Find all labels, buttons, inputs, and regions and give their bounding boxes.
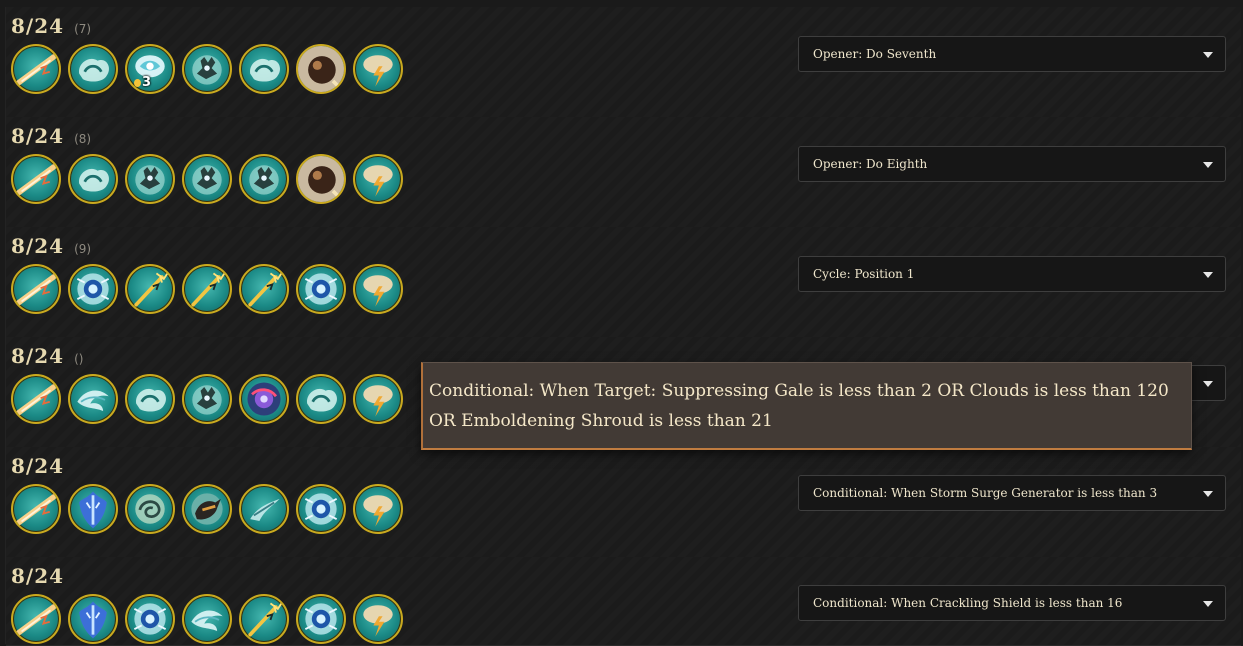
storm-eye-icon[interactable] xyxy=(296,594,346,644)
chevron-down-icon xyxy=(1203,52,1213,58)
golden-trident-icon[interactable] xyxy=(125,264,175,314)
row-date: 8/24 xyxy=(11,564,65,588)
storm-eye-icon[interactable] xyxy=(296,484,346,534)
rotation-list: 8/24 (7) 3 8/24 (8) 8/24 (9) 8/24 () 8/24 8/24 Ope… xyxy=(5,7,1241,646)
row-date: 8/24 xyxy=(11,344,65,368)
storm-eye-icon[interactable] xyxy=(296,264,346,314)
condition-dropdown[interactable]: Conditional: When Storm Surge Generator … xyxy=(798,475,1226,511)
storm-spirit-icon[interactable] xyxy=(239,154,289,204)
row-date: 8/24 xyxy=(11,234,65,258)
wind-wisp-icon[interactable] xyxy=(182,594,232,644)
dropdown-label: Conditional: When Storm Surge Generator … xyxy=(813,486,1158,500)
thunder-cloud-icon[interactable] xyxy=(353,154,403,204)
ability-icons xyxy=(11,374,403,424)
swirling-gust-icon[interactable] xyxy=(125,484,175,534)
row-index: (9) xyxy=(74,242,92,256)
tooltip-text: Conditional: When Target: Suppressing Ga… xyxy=(429,381,1169,431)
cloud-swirl-icon[interactable] xyxy=(296,374,346,424)
row-index: (8) xyxy=(74,132,92,146)
dropdown-label: Opener: Do Seventh xyxy=(813,47,937,61)
row-index: (7) xyxy=(74,22,92,36)
thunder-cloud-icon[interactable] xyxy=(353,264,403,314)
chevron-down-icon xyxy=(1203,162,1213,168)
ability-icons xyxy=(11,264,403,314)
storm-eye-icon[interactable] xyxy=(125,594,175,644)
wind-gust-icon[interactable] xyxy=(239,484,289,534)
row-date: 8/24 xyxy=(11,14,65,38)
storm-eye-icon[interactable] xyxy=(68,264,118,314)
row-title: 8/24 xyxy=(11,454,64,478)
lightning-streak-icon[interactable] xyxy=(11,154,61,204)
golden-trident-icon[interactable] xyxy=(239,264,289,314)
row-title: 8/24 () xyxy=(11,344,83,368)
cloud-swirl-icon[interactable] xyxy=(68,154,118,204)
row-title: 8/24 (7) xyxy=(11,14,91,38)
golden-trident-icon[interactable] xyxy=(182,264,232,314)
condition-dropdown[interactable]: Conditional: When Crackling Shield is le… xyxy=(798,585,1226,621)
row-title: 8/24 xyxy=(11,564,64,588)
dropdown-label: Cycle: Position 1 xyxy=(813,267,915,281)
lightning-streak-icon[interactable] xyxy=(11,594,61,644)
golden-trident-icon[interactable] xyxy=(239,594,289,644)
thunder-cloud-icon[interactable] xyxy=(353,594,403,644)
ability-icons xyxy=(11,154,403,204)
lightning-streak-icon[interactable] xyxy=(11,44,61,94)
row-title: 8/24 (8) xyxy=(11,124,91,148)
chevron-down-icon xyxy=(1203,272,1213,278)
condition-dropdown[interactable]: Opener: Do Seventh xyxy=(798,36,1226,72)
charge-count: 3 xyxy=(134,75,151,90)
ability-icons xyxy=(11,594,403,644)
storm-spirit-icon[interactable] xyxy=(125,154,175,204)
dropdown-label: Opener: Do Eighth xyxy=(813,157,928,171)
crackling-shield-icon[interactable] xyxy=(68,484,118,534)
storm-beast-icon[interactable] xyxy=(182,484,232,534)
lightning-streak-icon[interactable] xyxy=(11,374,61,424)
storm-spirit-icon[interactable] xyxy=(182,44,232,94)
cloud-swirl-icon[interactable] xyxy=(125,374,175,424)
crackling-shield-icon[interactable] xyxy=(68,594,118,644)
thunder-cloud-icon[interactable] xyxy=(353,44,403,94)
thunder-cloud-icon[interactable] xyxy=(353,484,403,534)
arcane-vortex-icon[interactable] xyxy=(239,374,289,424)
row-date: 8/24 xyxy=(11,124,65,148)
chevron-down-icon xyxy=(1203,491,1213,497)
ability-icons xyxy=(11,484,403,534)
condition-dropdown[interactable]: Opener: Do Eighth xyxy=(798,146,1226,182)
dropdown-label: Conditional: When Crackling Shield is le… xyxy=(813,596,1123,610)
lightning-streak-icon[interactable] xyxy=(11,264,61,314)
conditional-tooltip: Conditional: When Target: Suppressing Ga… xyxy=(421,362,1192,450)
storm-spirit-icon[interactable] xyxy=(182,374,232,424)
storm-spirit-icon[interactable] xyxy=(182,154,232,204)
cloud-swirl-icon[interactable] xyxy=(68,44,118,94)
row-index: () xyxy=(74,352,84,366)
thunder-cloud-icon[interactable] xyxy=(353,374,403,424)
row-date: 8/24 xyxy=(11,454,65,478)
meteor-orb-icon[interactable] xyxy=(296,44,346,94)
meteor-orb-icon[interactable] xyxy=(296,154,346,204)
cloud-swirl-icon[interactable] xyxy=(239,44,289,94)
condition-dropdown[interactable]: Cycle: Position 1 xyxy=(798,256,1226,292)
lightning-streak-icon[interactable] xyxy=(11,484,61,534)
gale-charge-icon[interactable]: 3 xyxy=(125,44,175,94)
row-title: 8/24 (9) xyxy=(11,234,91,258)
chevron-down-icon xyxy=(1203,381,1213,387)
chevron-down-icon xyxy=(1203,601,1213,607)
wind-wisp-icon[interactable] xyxy=(68,374,118,424)
ability-icons: 3 xyxy=(11,44,403,94)
